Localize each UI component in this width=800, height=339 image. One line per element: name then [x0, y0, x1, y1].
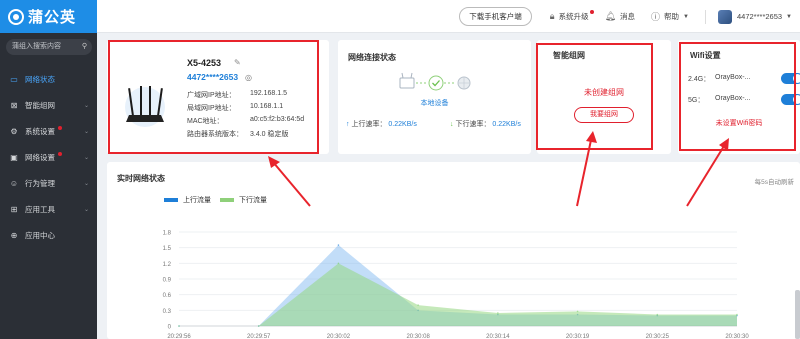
download-label: 下行速率： — [455, 121, 491, 128]
data-point — [497, 312, 499, 314]
scrollbar[interactable] — [795, 290, 800, 339]
help-button[interactable]: ⓘ 帮助 ▼ — [651, 10, 689, 23]
data-point — [337, 244, 340, 246]
x-tick-label: 20:29:56 — [167, 334, 191, 339]
sidebar: 蒲组入搜索内容 ⚲ ▭ 网络状态 ⊠ 智能组网 ⌄ ⚙ 系统设置 ⌄ ▣ 网络设… — [0, 33, 97, 339]
top-right-actions: 下载手机客户端 🔒︎ 系统升级 🔔︎ 消息 ⓘ 帮助 ▼ 4472****265… — [459, 0, 800, 33]
chevron-down-icon: ⌄ — [83, 154, 89, 161]
connection-diagram — [399, 72, 471, 91]
upload-value: 0.22KB/s — [388, 121, 417, 128]
sidebar-item-label: 应用中心 — [25, 230, 55, 240]
y-tick-label: 1.2 — [163, 262, 172, 268]
sidebar-item-system-settings[interactable]: ⚙ 系统设置 ⌄ — [0, 122, 97, 140]
x-tick-label: 20:30:30 — [725, 334, 749, 339]
y-tick-label: 0.9 — [163, 278, 172, 284]
upgrade-badge — [589, 10, 594, 14]
bell-icon: 🔔︎ — [604, 11, 617, 21]
network-icon: ▣ — [10, 152, 18, 162]
messages-label: 消息 — [620, 12, 636, 21]
y-tick-label: 0 — [168, 325, 172, 331]
upload-label: 上行速率： — [351, 121, 387, 128]
sidebar-item-label: 行为管理 — [25, 178, 55, 188]
account-id: 4472****2653 — [737, 12, 783, 21]
annotation-box-wifi — [679, 42, 796, 151]
logo-text: 蒲公英 — [28, 9, 77, 26]
divider — [705, 9, 706, 24]
toolbox-icon: ⊞ — [10, 204, 18, 214]
arrow-down-icon: ↓ — [450, 121, 454, 128]
chevron-down-icon: ⌄ — [83, 206, 89, 213]
download-speed: ↓ 下行速率： 0.22KB/s — [450, 119, 521, 129]
sidebar-item-label: 网络设置 — [25, 152, 55, 162]
x-tick-label: 20:30:14 — [486, 334, 510, 339]
upload-speed: ↑ 上行速率： 0.22KB/s — [346, 119, 417, 129]
data-point — [337, 262, 340, 265]
sidebar-item-label: 应用工具 — [25, 204, 55, 214]
chevron-down-icon: ⌄ — [83, 128, 89, 135]
download-value: 0.22KB/s — [492, 121, 521, 128]
sidebar-item-label: 系统设置 — [25, 126, 55, 136]
chevron-down-icon: ▼ — [786, 13, 792, 20]
sidebar-item-mesh[interactable]: ⊠ 智能组网 ⌄ — [0, 96, 97, 114]
gear-icon: ⚙ — [10, 126, 18, 136]
lock-icon: 🔒︎ — [549, 11, 555, 21]
data-point — [257, 325, 260, 327]
sidebar-item-label: 智能组网 — [25, 100, 55, 110]
user-icon: ☺ — [9, 178, 19, 188]
sidebar-item-tools[interactable]: ⊞ 应用工具 ⌄ — [0, 200, 97, 218]
y-tick-label: 0.3 — [163, 309, 172, 315]
x-tick-label: 20:30:19 — [566, 334, 590, 339]
y-tick-label: 0.6 — [163, 293, 172, 299]
account-menu[interactable]: 4472****2653 ▼ — [718, 9, 792, 24]
network-status-card: 网络连接状态 本地设备 ↑ 上行速率： 0.22KB/s ↓ 下行速率： 0.2… — [338, 40, 531, 154]
annotation-box-device — [108, 40, 319, 154]
card-title: 网络连接状态 — [348, 53, 396, 62]
x-tick-label: 20:29:57 — [247, 334, 271, 339]
chevron-down-icon: ⌄ — [83, 102, 89, 109]
arrow-up-icon: ↑ — [346, 121, 350, 128]
annotation-box-mesh — [536, 43, 653, 150]
x-tick-label: 20:30:25 — [646, 334, 670, 339]
traffic-chart: 1.8 1.5 1.2 0.9 0.6 0.3 0 20:29:56 20:29:57 20:30… — [163, 231, 750, 339]
logo-icon — [8, 8, 24, 25]
realtime-network-card: 实时网络状态 每5s自动刷新 上行流量 下行流量 1.8 1.5 1.2 0.9 0.6… — [107, 162, 800, 339]
x-tick-label: 20:30:08 — [406, 334, 430, 339]
sidebar-item-label: 网络状态 — [25, 74, 55, 84]
sidebar-item-network-status[interactable]: ▭ 网络状态 — [0, 70, 97, 88]
search-icon: ⚲ — [81, 43, 87, 50]
sidebar-item-behavior[interactable]: ☺ 行为管理 ⌄ — [0, 174, 97, 192]
chevron-down-icon: ⌄ — [83, 180, 89, 187]
notification-badge — [58, 152, 62, 156]
local-device-label: 本地设备 — [420, 100, 449, 107]
notification-badge — [58, 126, 62, 130]
chevron-down-icon: ▼ — [683, 13, 689, 20]
download-client-button[interactable]: 下载手机客户端 — [459, 7, 532, 26]
x-tick-label: 20:30:02 — [327, 334, 351, 339]
mesh-icon: ⊠ — [10, 100, 18, 110]
data-point — [417, 304, 419, 306]
data-point — [656, 313, 659, 316]
data-point — [576, 310, 579, 313]
data-point — [736, 313, 738, 316]
messages-button[interactable]: 🔔︎ 消息 — [605, 11, 635, 22]
y-tick-label: 1.8 — [163, 231, 172, 237]
sidebar-item-app-center[interactable]: ⊕ 应用中心 — [0, 226, 97, 244]
search-input[interactable]: 蒲组入搜索内容 ⚲ — [6, 39, 92, 55]
data-point — [178, 325, 180, 327]
help-label: 帮助 — [664, 12, 680, 21]
upgrade-label: 系统升级 — [558, 12, 589, 21]
y-tick-label: 1.5 — [163, 246, 172, 252]
sidebar-item-network-settings[interactable]: ▣ 网络设置 ⌄ — [0, 148, 97, 166]
avatar — [718, 9, 732, 24]
monitor-icon: ▭ — [10, 74, 18, 84]
upgrade-button[interactable]: 🔒︎ 系统升级 — [549, 10, 594, 22]
logo[interactable]: 蒲公英 — [0, 0, 97, 33]
search-placeholder: 蒲组入搜索内容 — [12, 43, 61, 50]
help-icon: ⓘ — [651, 12, 661, 22]
apps-icon: ⊕ — [10, 230, 18, 240]
top-bar: 蒲公英 下载手机客户端 🔒︎ 系统升级 🔔︎ 消息 ⓘ 帮助 ▼ 4472***… — [0, 0, 800, 33]
